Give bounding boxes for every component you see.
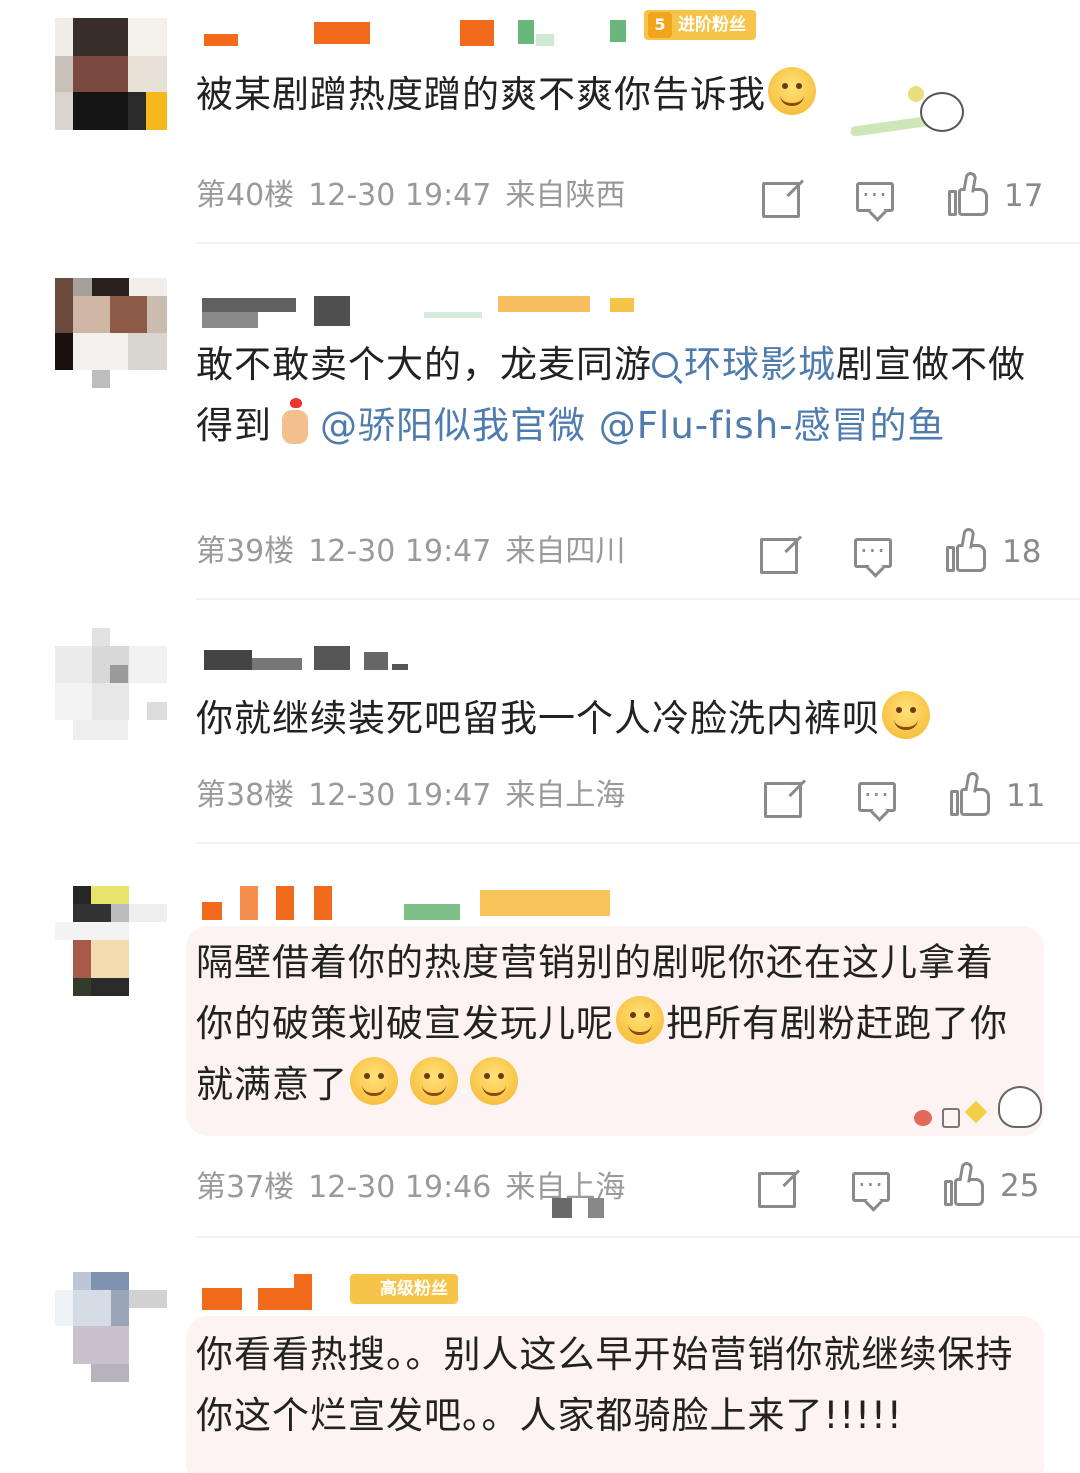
like-count: 25 xyxy=(1000,1168,1040,1204)
share-button[interactable] xyxy=(758,1168,800,1212)
comment-text: 敢不敢卖个大的，龙麦同游 环球影城剧宣做不做得到 @骄阳似我官微 @Flu-fish… xyxy=(196,334,1026,456)
smile-emoji-icon xyxy=(410,1057,458,1105)
fan-badge-label: 高级粉丝 xyxy=(380,1279,448,1299)
like-count: 11 xyxy=(1006,778,1046,814)
post-time: 12-30 19:47 xyxy=(308,534,492,569)
avatar[interactable] xyxy=(55,278,167,390)
floor-number: 第39楼 xyxy=(196,534,295,569)
post-time: 12-30 19:47 xyxy=(308,778,492,813)
fan-badge: 高级粉丝 xyxy=(350,1274,458,1304)
comment-icon xyxy=(852,1163,890,1207)
ip-location: 来自上海 xyxy=(505,778,626,813)
divider xyxy=(196,842,1080,844)
share-icon xyxy=(764,782,802,818)
comment-icon xyxy=(856,173,894,217)
reply-button[interactable] xyxy=(858,773,900,822)
topic-link[interactable]: 环球影城 xyxy=(652,343,836,386)
fan-badge: 5 进阶粉丝 xyxy=(644,10,756,40)
username-blurred[interactable] xyxy=(196,292,636,328)
comment-meta: 第38楼 12-30 19:47 来自上海 xyxy=(196,776,639,816)
smile-emoji-icon xyxy=(470,1057,518,1105)
comment-text-body: 你看看热搜。。别人这么早开始营销你就继续保持你这个烂宣发吧。。人家都骑脸上来了!… xyxy=(196,1333,1014,1437)
bunny-sticker-icon xyxy=(849,84,970,146)
bunny-sticker-icon xyxy=(914,1082,1046,1134)
smile-emoji-icon xyxy=(350,1057,398,1105)
mosaic-overlay xyxy=(552,1198,608,1218)
comment-text: 隔壁借着你的热度营销别的剧呢你还在这儿拿着你的破策划破宣发玩儿呢 把所有剧粉赶跑了… xyxy=(196,932,1026,1115)
like-count: 18 xyxy=(1002,534,1042,570)
smile-emoji-icon xyxy=(616,996,664,1044)
topic-link-label: 环球影城 xyxy=(684,343,836,386)
like-button[interactable]: 17 xyxy=(948,171,1048,218)
avatar[interactable] xyxy=(55,1272,167,1384)
share-icon xyxy=(758,1172,796,1208)
divider xyxy=(196,598,1080,600)
like-icon xyxy=(948,171,988,216)
reply-button[interactable] xyxy=(852,1163,894,1212)
comment-meta: 第40楼 12-30 19:47 来自陕西 xyxy=(196,176,639,216)
divider xyxy=(196,242,1080,244)
comment-text: 你就继续装死吧留我一个人冷脸洗内裤呗 xyxy=(196,688,1026,749)
like-icon xyxy=(950,771,990,816)
username-blurred[interactable] xyxy=(196,642,416,678)
avatar[interactable] xyxy=(55,628,167,740)
post-time: 12-30 19:46 xyxy=(308,1170,492,1205)
avatar[interactable] xyxy=(55,18,167,130)
share-button[interactable] xyxy=(764,778,806,822)
share-icon xyxy=(760,538,798,574)
ip-location: 来自四川 xyxy=(505,534,626,569)
like-icon xyxy=(946,527,986,572)
comment-meta: 第39楼 12-30 19:47 来自四川 xyxy=(196,532,639,572)
like-icon xyxy=(944,1161,984,1206)
mention-links[interactable]: @骄阳似我官微 @Flu-fish-感冒的鱼 xyxy=(320,404,946,447)
floor-number: 第37楼 xyxy=(196,1170,295,1205)
comment-text-body: 被某剧蹭热度蹭的爽不爽你告诉我 xyxy=(196,73,766,116)
like-button[interactable]: 25 xyxy=(944,1161,1044,1208)
finger-heart-emoji-icon xyxy=(276,398,316,448)
fan-badge-label: 进阶粉丝 xyxy=(678,15,746,35)
reply-button[interactable] xyxy=(854,529,896,578)
fan-level: 5 xyxy=(648,12,672,38)
comment-text-part: 敢不敢卖个大的，龙麦同游 xyxy=(196,343,652,386)
post-time: 12-30 19:47 xyxy=(308,178,492,213)
ip-location: 来自陕西 xyxy=(505,178,626,213)
comment-text: 你看看热搜。。别人这么早开始营销你就继续保持你这个烂宣发吧。。人家都骑脸上来了!… xyxy=(196,1324,1026,1446)
comment-text-body: 你就继续装死吧留我一个人冷脸洗内裤呗 xyxy=(196,697,880,740)
like-button[interactable]: 11 xyxy=(950,771,1050,818)
pleading-emoji-icon xyxy=(882,691,930,739)
comment-icon xyxy=(858,773,896,817)
avatar[interactable] xyxy=(55,886,167,998)
floor-number: 第38楼 xyxy=(196,778,295,813)
share-button[interactable] xyxy=(760,534,802,578)
divider xyxy=(196,1236,1080,1238)
floor-number: 第40楼 xyxy=(196,178,295,213)
share-icon xyxy=(762,182,800,218)
share-button[interactable] xyxy=(762,178,804,222)
like-button[interactable]: 18 xyxy=(946,527,1046,574)
username-blurred[interactable] xyxy=(196,18,626,54)
topic-search-icon xyxy=(652,352,678,378)
reply-button[interactable] xyxy=(856,173,898,222)
like-count: 17 xyxy=(1004,178,1044,214)
comment-icon xyxy=(854,529,892,573)
username-blurred[interactable] xyxy=(196,886,616,922)
laughing-emoji-icon xyxy=(768,67,816,115)
